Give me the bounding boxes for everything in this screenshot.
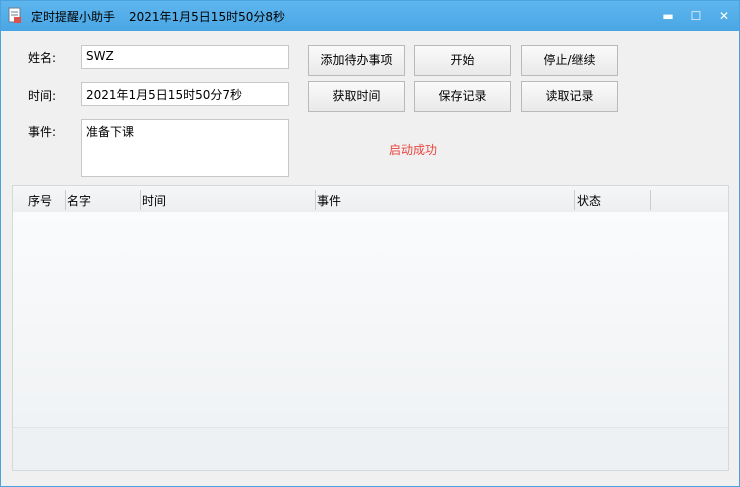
column-header-status[interactable]: 状态: [577, 192, 601, 209]
load-record-button[interactable]: 读取记录: [521, 81, 618, 112]
event-label: 事件:: [28, 125, 57, 139]
table-footer: [13, 427, 728, 470]
save-record-button[interactable]: 保存记录: [414, 81, 511, 112]
document-icon: [8, 7, 21, 23]
title-clock: 2021年1月5日15时50分8秒: [129, 10, 285, 24]
column-header-time[interactable]: 时间: [142, 192, 166, 209]
name-input[interactable]: SWZ: [81, 45, 289, 69]
column-header-index[interactable]: 序号: [28, 192, 52, 209]
column-divider[interactable]: [315, 190, 316, 210]
window-title: 定时提醒小助手: [31, 10, 116, 24]
status-message: 启动成功: [389, 143, 438, 157]
column-divider[interactable]: [140, 190, 141, 210]
pause-resume-button[interactable]: 停止/继续: [521, 45, 618, 76]
column-header-event[interactable]: 事件: [317, 192, 341, 209]
main-window: 定时提醒小助手 2021年1月5日15时50分8秒 ▬ ☐ ✕ 姓名: SWZ …: [0, 0, 740, 487]
maximize-button[interactable]: ☐: [685, 7, 707, 25]
column-divider[interactable]: [574, 190, 575, 210]
title-bar[interactable]: 定时提醒小助手 2021年1月5日15时50分8秒 ▬ ☐ ✕: [1, 1, 739, 31]
time-input[interactable]: 2021年1月5日15时50分7秒: [81, 82, 289, 106]
event-textarea[interactable]: 准备下课: [81, 119, 289, 177]
name-label: 姓名:: [28, 51, 57, 65]
column-header-name[interactable]: 名字: [67, 192, 91, 209]
add-todo-button[interactable]: 添加待办事项: [308, 45, 405, 76]
table-header: 序号 名字 时间 事件 状态: [13, 186, 728, 212]
column-divider[interactable]: [650, 190, 651, 210]
time-label: 时间:: [28, 89, 57, 103]
todo-table[interactable]: 序号 名字 时间 事件 状态: [12, 185, 729, 471]
close-button[interactable]: ✕: [713, 7, 735, 25]
minimize-button[interactable]: ▬: [657, 7, 679, 25]
start-button[interactable]: 开始: [414, 45, 511, 76]
column-divider[interactable]: [65, 190, 66, 210]
get-time-button[interactable]: 获取时间: [308, 81, 405, 112]
